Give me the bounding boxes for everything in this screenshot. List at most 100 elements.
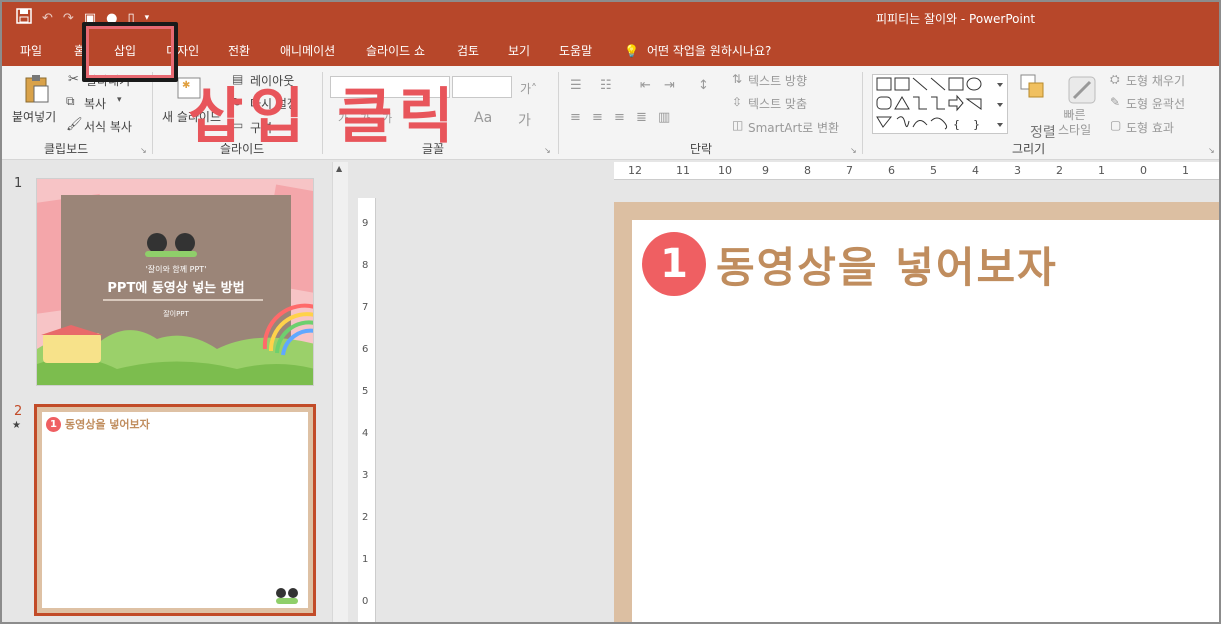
powerpoint-window: ↶ ↷ ▣ ● ▯ ▾ 피피티는 잘이와 - PowerPoint 파일 홈 삽… <box>0 0 1221 624</box>
drawing-label: 그리기 <box>1012 142 1046 156</box>
dialog-launcher-icon[interactable]: ↘ <box>140 146 147 155</box>
text-effect-icon[interactable]: Aa <box>474 110 492 126</box>
align-text-button[interactable]: 텍스트 맞춤 <box>748 95 807 112</box>
ruler-label: 2 <box>362 512 369 523</box>
horizontal-ruler: 12 11 10 9 8 7 6 5 4 3 2 1 0 1 <box>614 162 1219 180</box>
lightbulb-icon: 💡 <box>624 44 639 58</box>
characters-icon <box>276 588 298 604</box>
bullets-icon[interactable]: ☰ <box>570 78 582 93</box>
align-right-icon[interactable]: ≡ <box>614 110 625 125</box>
arrange-icon <box>1020 74 1046 103</box>
tab-transitions[interactable]: 전환 <box>228 42 250 59</box>
ruler-label: 5 <box>930 164 937 177</box>
slide-2-number-badge: 1 <box>46 416 61 432</box>
group-divider <box>862 72 863 154</box>
shapes-gallery[interactable]: {} <box>872 74 1008 134</box>
line-spacing-icon[interactable]: ↕ <box>698 78 709 93</box>
scissors-icon: ✂ <box>68 72 79 87</box>
slide-number: 1 <box>14 176 23 191</box>
ruler-label: 1 <box>1098 164 1105 177</box>
tab-review[interactable]: 검토 <box>457 42 479 59</box>
shape-fill-button[interactable]: 도형 채우기 <box>1126 72 1185 89</box>
copy-icon: ⧉ <box>66 94 75 108</box>
shape-effects-button[interactable]: 도형 효과 <box>1126 119 1174 136</box>
group-divider <box>152 72 153 154</box>
copy-button[interactable]: 복사 <box>84 95 106 112</box>
vertical-ruler: 9 8 7 6 5 4 3 2 1 0 <box>358 198 376 622</box>
thumbnail-scrollbar[interactable]: ▲ <box>332 162 348 622</box>
ruler-label: 1 <box>1182 164 1189 177</box>
ruler-label: 3 <box>1014 164 1021 177</box>
format-painter-button[interactable]: 서식 복사 <box>84 118 132 135</box>
tab-file[interactable]: 파일 <box>20 42 42 59</box>
slide-number-badge: 1 <box>642 232 706 296</box>
ruler-label: 0 <box>1140 164 1147 177</box>
ruler-label: 5 <box>362 386 369 397</box>
ruler-label: 3 <box>362 470 369 481</box>
group-divider <box>558 72 559 154</box>
shape-outline-button[interactable]: 도형 윤곽선 <box>1126 95 1185 112</box>
paint-bucket-icon: ⛭ <box>1110 72 1120 86</box>
app-title: 피피티는 잘이와 - PowerPoint <box>876 12 1036 26</box>
svg-text:}: } <box>973 118 980 131</box>
slide-thumbnail-2[interactable]: 1 동영상을 넣어보자 <box>34 404 316 616</box>
slide-title-row: 1 동영상을 넣어보자 <box>642 232 1058 296</box>
quick-styles-button[interactable]: 빠른 스타일 <box>1058 108 1091 138</box>
pen-icon: ✎ <box>1110 95 1121 109</box>
dialog-launcher-icon[interactable]: ↘ <box>850 146 857 155</box>
ruler-label: 0 <box>362 596 369 607</box>
font-color-icon[interactable]: 가 <box>518 110 531 130</box>
undo-icon[interactable]: ↶ <box>42 11 53 26</box>
paragraph-label: 단락 <box>690 142 713 156</box>
ruler-label: 7 <box>846 164 853 177</box>
tell-me-text: 어떤 작업을 원하시나요? <box>646 44 772 58</box>
text-direction-button[interactable]: 텍스트 방향 <box>748 72 807 89</box>
format-painter-icon: 🖌 <box>66 117 83 132</box>
quick-styles-icon <box>1068 76 1096 107</box>
ruler-label: 10 <box>718 164 732 177</box>
align-left-icon[interactable]: ≡ <box>570 110 581 125</box>
ruler-label: 11 <box>676 164 690 177</box>
svg-text:{: { <box>953 118 960 131</box>
smartart-icon: ◫ <box>732 118 744 132</box>
tab-view[interactable]: 보기 <box>508 42 530 59</box>
justify-icon[interactable]: ≣ <box>636 110 647 125</box>
increase-indent-icon[interactable]: ⇥ <box>664 78 675 93</box>
columns-icon[interactable]: ▥ <box>658 110 670 125</box>
tell-me-box[interactable]: 💡 어떤 작업을 원하시나요? <box>624 42 771 59</box>
ruler-label: 12 <box>628 164 642 177</box>
slide-2-canvas: 1 동영상을 넣어보자 <box>42 412 308 608</box>
clipboard-label: 클립보드 <box>44 142 89 156</box>
title-bar: ↶ ↷ ▣ ● ▯ ▾ 피피티는 잘이와 - PowerPoint <box>2 2 1219 34</box>
arrange-button[interactable]: 정렬 <box>1030 122 1056 142</box>
save-icon[interactable] <box>16 8 32 28</box>
scroll-up-icon[interactable]: ▲ <box>336 164 342 173</box>
slide-thumbnail-1[interactable]: '잘이와 함께 PPT' PPT에 동영상 넣는 방법 잘이PPT <box>36 178 314 386</box>
paste-icon <box>24 74 50 107</box>
align-center-icon[interactable]: ≡ <box>592 110 603 125</box>
ruler-label: 8 <box>362 260 369 271</box>
decrease-indent-icon[interactable]: ⇤ <box>640 78 651 93</box>
numbering-icon[interactable]: ☷ <box>600 78 612 93</box>
insert-tab-highlight <box>82 22 178 82</box>
overlay-instruction-text: 삽입 클릭 <box>188 82 460 152</box>
ruler-label: 7 <box>362 302 369 313</box>
grow-font-icon[interactable]: 가˄ <box>520 80 537 97</box>
dialog-launcher-icon[interactable]: ↘ <box>544 146 551 155</box>
slide-1-author: 잘이PPT <box>163 310 189 318</box>
slide-1-subtitle: '잘이와 함께 PPT' <box>145 265 207 274</box>
transition-star-icon: ★ <box>12 420 21 431</box>
ribbon: 붙여넣기 ✂ 잘라내기 ⧉ 복사 ▾ 🖌 서식 복사 클립보드 ↘ ✱ 새 슬라… <box>2 66 1219 160</box>
paste-button[interactable]: 붙여넣기 <box>12 108 56 125</box>
dialog-launcher-icon[interactable]: ↘ <box>1208 146 1215 155</box>
tab-animations[interactable]: 애니메이션 <box>280 42 335 59</box>
font-size-input[interactable] <box>452 76 512 98</box>
redo-icon[interactable]: ↷ <box>63 11 74 26</box>
tab-slideshow[interactable]: 슬라이드 쇼 <box>366 42 425 59</box>
slide-title[interactable]: 동영상을 넣어보자 <box>716 234 1058 295</box>
paragraph-group: ☰ ☷ ⇤ ⇥ ↕ ⇅ 텍스트 방향 ⇳ 텍스트 맞춤 ≡ ≡ ≡ ≣ ▥ ◫ … <box>560 66 860 160</box>
copy-dropdown-icon[interactable]: ▾ <box>117 95 122 105</box>
smartart-button[interactable]: SmartArt로 변환 <box>748 119 839 136</box>
align-text-icon: ⇳ <box>732 95 743 109</box>
tab-help[interactable]: 도움말 <box>559 42 592 59</box>
